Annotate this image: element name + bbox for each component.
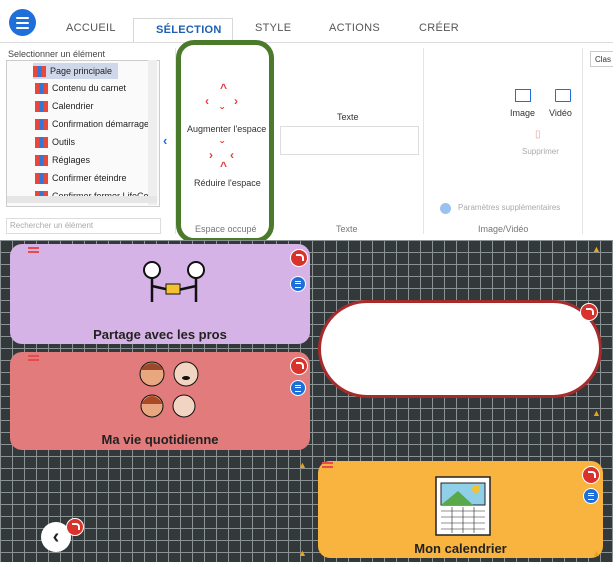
warning-icon: ▲	[298, 548, 307, 558]
text-input[interactable]	[280, 126, 419, 155]
card-calendar-label: Mon calendrier	[414, 541, 507, 556]
image-button-label[interactable]: Image	[510, 108, 535, 118]
page-icon	[35, 154, 48, 166]
card-daily[interactable]: Ma vie quotidienne	[10, 352, 310, 450]
tree-item-label: Page principale	[50, 66, 113, 76]
divider	[582, 48, 583, 234]
tree-item-label: Outils	[52, 137, 76, 147]
tree-item-label: Confirmation démarrage	[52, 119, 150, 129]
warning-icon: ▲	[592, 548, 601, 558]
settings-label[interactable]: Paramètres supplémentaires	[458, 203, 560, 212]
card-pros[interactable]: Partage avec les pros	[10, 244, 310, 344]
menu-blue-button[interactable]	[290, 380, 306, 396]
text-label: Texte	[337, 112, 359, 122]
card-daily-label: Ma vie quotidienne	[101, 432, 219, 447]
link-red-button[interactable]	[290, 249, 308, 267]
tree-item-contenu[interactable]: Contenu du carnet	[35, 80, 126, 96]
video-icon[interactable]	[555, 89, 571, 102]
menu-blue-button[interactable]	[290, 276, 306, 292]
collapse-arrow-icon[interactable]: ‹	[163, 133, 167, 148]
tree-item-label: Calendrier	[52, 101, 94, 111]
media-section-label: Image/Vidéo	[478, 224, 529, 234]
tab-creer[interactable]: CRÉER	[419, 22, 459, 34]
share-pictogram-icon	[143, 261, 205, 302]
page-icon	[35, 172, 48, 184]
card-calendar[interactable]: Mon calendrier	[318, 461, 603, 558]
tree-item-label: Réglages	[52, 155, 91, 165]
delete-label[interactable]: Supprimer	[522, 147, 559, 156]
tab-accueil[interactable]: ACCUEIL	[66, 22, 116, 34]
tab-style[interactable]: STYLE	[255, 22, 291, 34]
tree-item-confirmation[interactable]: Confirmation démarrage	[35, 116, 149, 132]
video-button-label[interactable]: Vidéo	[549, 108, 572, 118]
image-icon[interactable]	[515, 89, 531, 102]
page-icon	[33, 65, 46, 77]
link-red-button[interactable]	[580, 303, 598, 321]
empty-card[interactable]	[318, 300, 602, 398]
page-icon	[35, 100, 48, 112]
drag-handle-icon[interactable]	[28, 355, 39, 361]
tree-item-label: Contenu du carnet	[52, 83, 127, 93]
text-section-label: Texte	[336, 224, 358, 234]
link-red-button[interactable]	[290, 357, 308, 375]
tree-item-calendrier[interactable]: Calendrier	[35, 98, 94, 114]
chevron-left-icon: ‹	[52, 526, 60, 548]
tab-actions[interactable]: ACTIONS	[329, 22, 380, 34]
tree-item-page-principale[interactable]: Page principale	[33, 63, 119, 79]
calendar-pictogram-icon	[435, 476, 491, 536]
page-icon	[35, 82, 48, 94]
tree-item-eteindre[interactable]: Confirmer éteindre	[35, 170, 127, 186]
warning-icon: ▲	[592, 244, 601, 254]
divider	[423, 48, 424, 234]
settings-toggle-icon[interactable]	[440, 203, 451, 214]
highlight-frame	[176, 40, 274, 243]
drag-handle-icon[interactable]	[28, 247, 39, 253]
tab-bar: ACCUEIL SÉLECTION STYLE ACTIONS CRÉER	[0, 18, 613, 42]
tree-horizontal-scrollbar[interactable]	[7, 196, 157, 203]
element-search-input[interactable]: Rechercher un élément	[6, 218, 161, 234]
tree-item-reglages[interactable]: Réglages	[35, 152, 90, 168]
card-pros-label: Partage avec les pros	[93, 327, 227, 342]
delete-icon[interactable]: ▯	[535, 129, 541, 140]
element-select-label: Selectionner un élément	[8, 49, 106, 59]
tree-item-label: Confirmer éteindre	[52, 173, 127, 183]
link-red-button[interactable]	[582, 466, 600, 484]
page-icon	[35, 118, 48, 130]
warning-icon: ▲	[298, 460, 307, 470]
tree-scrollbar[interactable]	[148, 60, 157, 205]
tree-item-outils[interactable]: Outils	[35, 134, 75, 150]
drag-handle-icon[interactable]	[322, 462, 333, 468]
page-icon	[35, 136, 48, 148]
element-tree[interactable]: Page principale Contenu du carnet Calend…	[6, 60, 160, 207]
class-dropdown[interactable]: Clas	[590, 51, 613, 67]
warning-icon: ▲	[592, 408, 601, 418]
link-red-button[interactable]	[66, 518, 84, 536]
daily-life-pictogram-icon	[139, 361, 199, 418]
menu-blue-button[interactable]	[583, 488, 599, 504]
tab-selection[interactable]: SÉLECTION	[156, 24, 222, 36]
